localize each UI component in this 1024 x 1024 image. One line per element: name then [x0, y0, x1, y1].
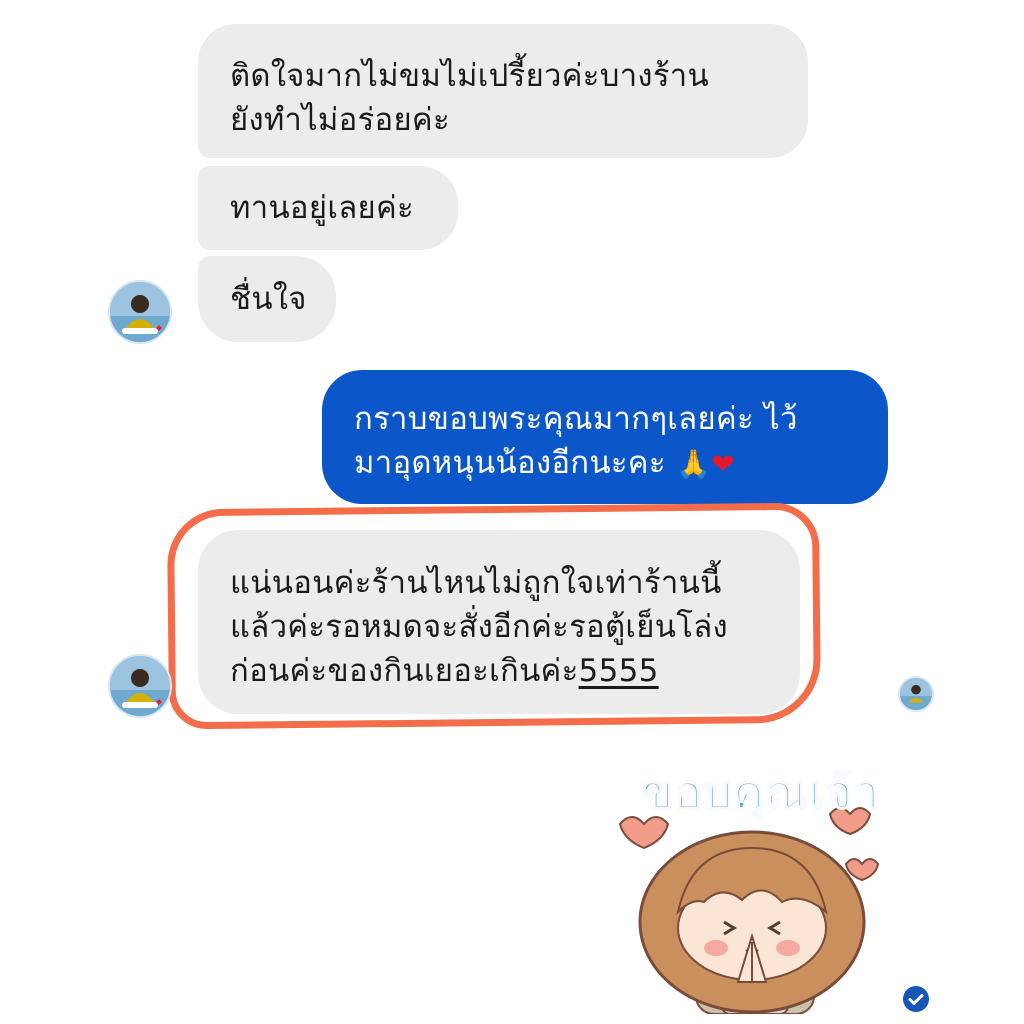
seen-indicator-avatar [898, 676, 934, 712]
praying-hands-icon: 🙏 [675, 447, 712, 481]
highlight-circle-annotation [166, 502, 822, 730]
profile-photo-icon [110, 656, 170, 716]
incoming-message-1[interactable]: ติดใจมากไม่ขมไม่เปรี้ยวค่ะบางร้าน ยังทำไ… [198, 24, 808, 158]
message-text-line: กราบขอบพระคุณมากๆเลยค่ะ ไว้ [354, 401, 798, 437]
incoming-message-2[interactable]: ทานอยู่เลยค่ะ [198, 166, 458, 250]
red-heart-icon: ❤ [711, 447, 735, 481]
incoming-message-3[interactable]: ชื่นใจ [198, 256, 336, 342]
message-text-line: ยังทำไม่อร่อยค่ะ [230, 102, 450, 138]
checkmark-icon [908, 994, 924, 1005]
sender-avatar[interactable] [108, 280, 172, 344]
message-text: ชื่นใจ [230, 281, 307, 317]
check-circle-icon [903, 986, 929, 1012]
message-text-fragment: มาอุดหนุนน้องอีกนะคะ [354, 445, 676, 481]
message-text-line: ติดใจมากไม่ขมไม่เปรี้ยวค่ะบางร้าน [230, 58, 710, 94]
sticker-caption: ขอบคุณเจ้า [641, 764, 881, 820]
message-text-line: มาอุดหนุนน้องอีกนะคะ 🙏❤ [354, 441, 868, 487]
outgoing-message-1[interactable]: กราบขอบพระคุณมากๆเลยค่ะ ไว้ มาอุดหนุนน้อ… [322, 370, 888, 504]
profile-photo-icon [900, 678, 932, 710]
sender-avatar[interactable] [108, 654, 172, 718]
message-text: ทานอยู่เลยค่ะ [230, 190, 414, 226]
thank-you-sticker[interactable]: ขอบคุณเจ้า [612, 752, 902, 1015]
profile-photo-icon [110, 282, 170, 342]
